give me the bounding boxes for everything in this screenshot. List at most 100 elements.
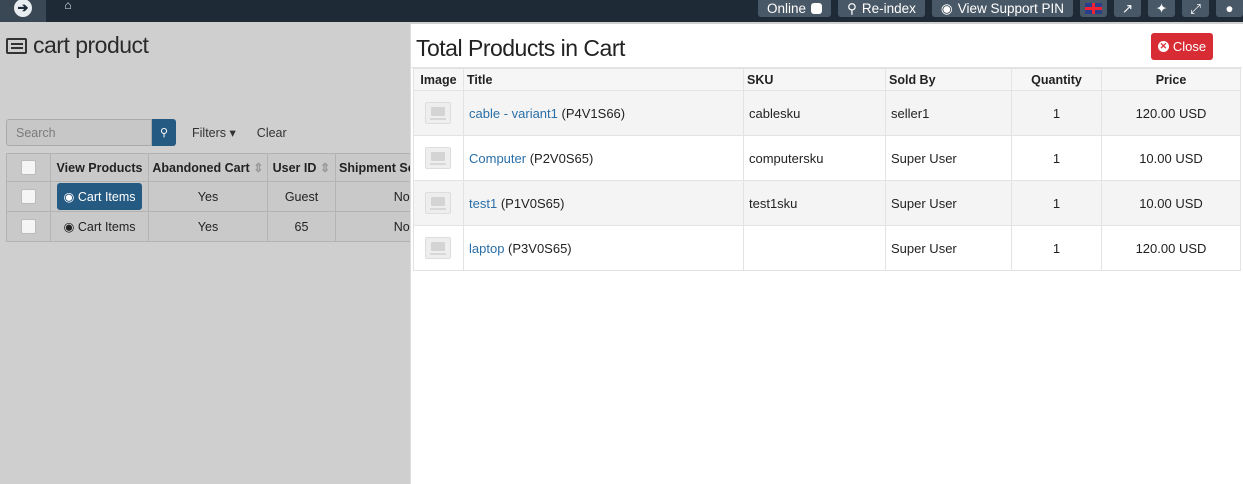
col-sku: SKU [743, 68, 886, 91]
sold-by-cell: seller1 [885, 90, 1012, 136]
sku-cell [743, 225, 886, 271]
clear-button[interactable]: Clear [257, 126, 287, 140]
price-cell: 10.00 USD [1101, 135, 1241, 181]
title-cell: Computer (P2V0S65) [463, 135, 744, 181]
select-all-checkbox[interactable] [21, 160, 36, 176]
modal-header: Total Products in Cart ✕ Close [411, 24, 1242, 68]
col-abandoned-cart[interactable]: Abandoned Cart ⇕ [148, 153, 268, 182]
search-button[interactable]: ⚲ [152, 119, 176, 146]
table-row: ◉ Cart Items Yes Guest No [6, 181, 419, 212]
col-view-products: View Products [50, 153, 149, 182]
table-row: cable - variant1 (P4V1S66) cablesku sell… [413, 90, 1241, 136]
image-cell [413, 90, 464, 136]
search-icon: ⚲ [846, 0, 857, 16]
sold-by-cell: Super User [885, 180, 1012, 226]
view-site-button[interactable]: ↗ [1114, 0, 1141, 17]
reindex-button[interactable]: ⚲ Re-index [837, 0, 925, 17]
admin-topbar: ➔ ⌂ Online ⚲ Re-index ◉ View Support PIN… [0, 0, 1243, 22]
home-icon[interactable]: ⌂ [54, 0, 82, 16]
view-products-cell: ◉ Cart Items [50, 211, 149, 242]
product-link[interactable]: cable - variant1 [469, 106, 558, 121]
online-toggle-button[interactable]: Online [757, 0, 831, 17]
quantity-cell: 1 [1011, 180, 1102, 226]
row-select-cell [6, 211, 51, 242]
expand-icon: ⤢ [1190, 0, 1201, 16]
user-id-cell: 65 [267, 211, 336, 242]
sort-icon: ⇕ [253, 161, 264, 175]
product-link[interactable]: test1 [469, 196, 497, 211]
online-label: Online [766, 0, 806, 16]
row-checkbox[interactable] [21, 219, 36, 235]
row-select-cell [6, 181, 51, 212]
product-thumbnail [425, 147, 451, 169]
fullscreen-button[interactable]: ⤢ [1182, 0, 1209, 17]
support-pin-label: View Support PIN [957, 0, 1064, 16]
title-cell: test1 (P1V0S65) [463, 180, 744, 226]
col-abandoned-cart-label: Abandoned Cart [152, 161, 250, 175]
product-thumbnail [425, 237, 451, 259]
toggle-menu-button[interactable]: ➔ [0, 0, 46, 22]
search-input[interactable]: Search [6, 119, 152, 146]
filters-button[interactable]: Filters ▾ [192, 125, 236, 140]
col-title: Title [463, 68, 744, 91]
close-button[interactable]: ✕ Close [1151, 33, 1213, 60]
sold-by-cell: Super User [885, 135, 1012, 181]
quantity-cell: 1 [1011, 225, 1102, 271]
quantity-cell: 1 [1011, 135, 1102, 181]
view-products-cell: ◉ Cart Items [50, 181, 149, 212]
price-cell: 120.00 USD [1101, 225, 1241, 271]
reindex-label: Re-index [861, 0, 916, 16]
joomla-button[interactable]: ✦ [1148, 0, 1175, 17]
image-cell [413, 135, 464, 181]
user-id-cell: Guest [267, 181, 336, 212]
user-icon: ● [1225, 0, 1234, 16]
modal-title: Total Products in Cart [416, 35, 625, 61]
uk-flag-icon [1085, 3, 1102, 14]
shipment-cell: No [335, 211, 419, 242]
life-ring-icon: ◉ [940, 0, 953, 16]
product-link[interactable]: Computer [469, 151, 526, 166]
caret-down-icon: ▾ [229, 126, 236, 140]
price-cell: 120.00 USD [1101, 90, 1241, 136]
filters-label: Filters [192, 126, 227, 140]
close-label: Close [1172, 39, 1207, 54]
col-user-id[interactable]: User ID ⇕ [267, 153, 336, 182]
col-shipment[interactable]: Shipment Se [335, 153, 419, 182]
title-cell: cable - variant1 (P4V1S66) [463, 90, 744, 136]
product-thumbnail [425, 102, 451, 124]
row-checkbox[interactable] [21, 189, 36, 205]
abandoned-cell: Yes [148, 181, 268, 212]
table-row: ◉ Cart Items Yes 65 No [6, 211, 419, 242]
cart-items-label: Cart Items [77, 220, 136, 234]
eye-icon: ◉ [63, 220, 75, 234]
cart-products-table: Image Title SKU Sold By Quantity Price c… [413, 68, 1241, 271]
list-icon [6, 37, 27, 54]
image-cell [413, 180, 464, 226]
image-cell [413, 225, 464, 271]
view-support-pin-button[interactable]: ◉ View Support PIN [931, 0, 1073, 17]
col-image: Image [413, 68, 464, 91]
product-link[interactable]: laptop [469, 241, 504, 256]
select-all-cell [6, 153, 51, 182]
sku-cell: cablesku [743, 90, 886, 136]
eye-icon: ◉ [63, 190, 75, 204]
table-row: Computer (P2V0S65) computersku Super Use… [413, 135, 1241, 181]
product-thumbnail [425, 192, 451, 214]
joomla-icon: ✦ [1155, 0, 1168, 16]
product-code: (P4V1S66) [561, 105, 626, 121]
user-menu-button[interactable]: ● [1216, 0, 1243, 17]
close-icon: ✕ [1157, 41, 1169, 52]
table-row: laptop (P3V0S65) Super User 1 120.00 USD [413, 225, 1241, 271]
language-button[interactable] [1080, 0, 1107, 17]
page-title: cart product [6, 32, 149, 59]
arrow-circle-right-icon: ➔ [14, 0, 32, 17]
cart-items-button[interactable]: ◉ Cart Items [63, 220, 135, 234]
table-row: test1 (P1V0S65) test1sku Super User 1 10… [413, 180, 1241, 226]
abandoned-cell: Yes [148, 211, 268, 242]
sold-by-cell: Super User [885, 225, 1012, 271]
external-link-icon: ↗ [1121, 0, 1134, 16]
price-cell: 10.00 USD [1101, 180, 1241, 226]
title-cell: laptop (P3V0S65) [463, 225, 744, 271]
product-code: (P1V0S65) [500, 195, 565, 211]
cart-items-button[interactable]: ◉ Cart Items [57, 183, 142, 210]
